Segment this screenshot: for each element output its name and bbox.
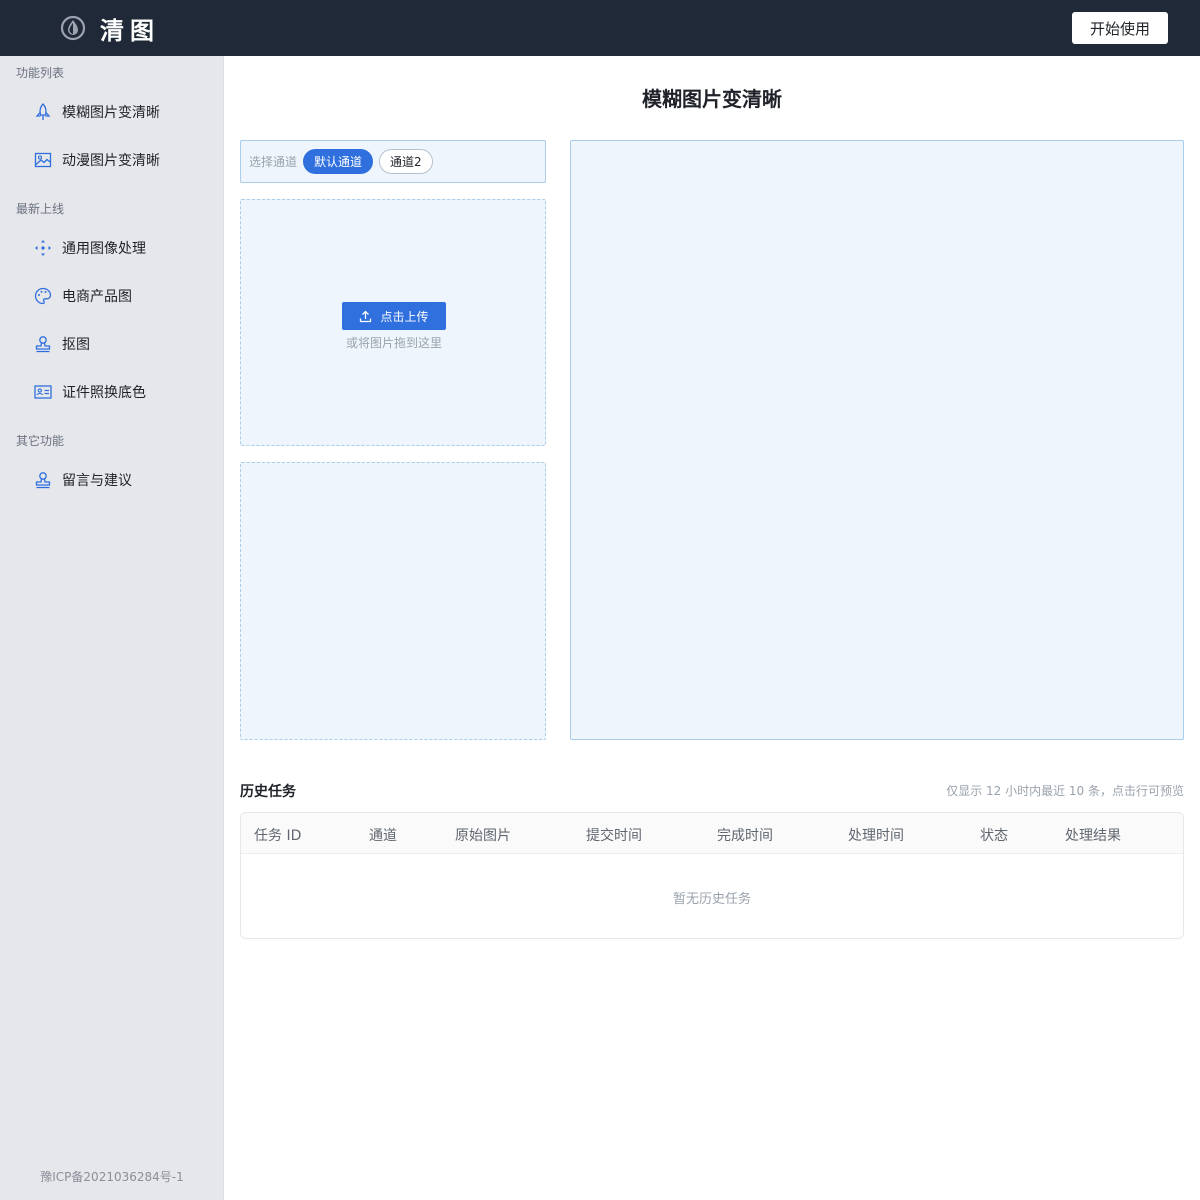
start-button[interactable]: 开始使用 [1072,12,1168,44]
column-header: 通道 [369,828,397,844]
column-header: 处理结果 [1065,828,1121,844]
column-header: 状态 [980,828,1008,844]
top-bar: 清图 开始使用 [0,0,1200,56]
history-title: 历史任务 [240,784,296,800]
palette-icon [34,287,52,305]
id-card-icon [34,385,52,399]
sidebar-item-label: 证件照换底色 [62,385,146,401]
channel-option-2[interactable]: 通道2 [379,149,433,174]
sidebar-item-label: 电商产品图 [62,289,132,305]
sidebar-item-id-photo[interactable]: 证件照换底色 [0,372,224,412]
move-arrows-icon [35,240,51,256]
table-header: 任务 ID 通道 原始图片 提交时间 完成时间 处理时间 状态 处理结果 [241,813,1183,854]
brand-logo[interactable]: 清图 [60,12,160,45]
icp-link[interactable]: 豫ICP备2021036284号-1 [0,1168,224,1185]
upload-dropzone[interactable]: 点击上传 或将图片拖到这里 [240,199,546,446]
channel-option-default[interactable]: 默认通道 [303,149,374,174]
water-drop-icon [60,15,86,41]
group-title-features: 功能列表 [16,66,65,80]
column-header: 完成时间 [717,828,773,844]
stamp-icon [35,472,51,489]
stamp-icon [35,336,51,353]
sidebar-item-label: 抠图 [62,337,90,353]
upload-icon [360,310,372,322]
page-title: 模糊图片变清晰 [642,87,782,111]
column-header: 提交时间 [586,828,642,844]
upload-hint: 或将图片拖到这里 [345,336,442,350]
sidebar-item-anime[interactable]: 动漫图片变清晰 [0,140,224,180]
sidebar-item-label: 通用图像处理 [62,241,146,257]
upload-button-label: 点击上传 [380,309,429,324]
sidebar-item-label: 留言与建议 [62,473,132,489]
sidebar-item-deblur[interactable]: 模糊图片变清晰 [0,92,224,132]
column-header: 任务 ID [254,828,302,844]
sidebar-item-cutout[interactable]: 抠图 [0,324,224,364]
column-header: 处理时间 [848,828,904,844]
image-icon [34,152,52,168]
rocket-icon [35,103,51,120]
sidebar-item-label: 动漫图片变清晰 [62,153,160,169]
result-preview-panel [570,140,1184,740]
group-title-other: 其它功能 [16,434,65,448]
sidebar-item-ecommerce[interactable]: 电商产品图 [0,276,224,316]
group-title-new: 最新上线 [16,202,65,216]
sidebar-item-general[interactable]: 通用图像处理 [0,228,224,268]
channel-selector: 选择通道 默认通道 通道2 [240,140,546,183]
empty-state: 暂无历史任务 [672,892,751,907]
original-preview-panel [240,462,546,740]
column-header: 原始图片 [455,828,511,844]
sidebar: 功能列表 模糊图片变清晰 动漫图片变清晰 最新上线 通用图像处理 电商产品图 抠… [0,56,224,1200]
sidebar-item-label: 模糊图片变清晰 [62,105,160,121]
upload-button[interactable]: 点击上传 [342,302,446,330]
sidebar-item-feedback[interactable]: 留言与建议 [0,460,224,500]
history-note: 仅显示 12 小时内最近 10 条，点击行可预览 [946,784,1184,798]
history-table: 任务 ID 通道 原始图片 提交时间 完成时间 处理时间 状态 处理结果 暂无历… [240,812,1184,939]
brand-name: 清图 [100,15,160,45]
channel-label: 选择通道 [249,155,298,169]
